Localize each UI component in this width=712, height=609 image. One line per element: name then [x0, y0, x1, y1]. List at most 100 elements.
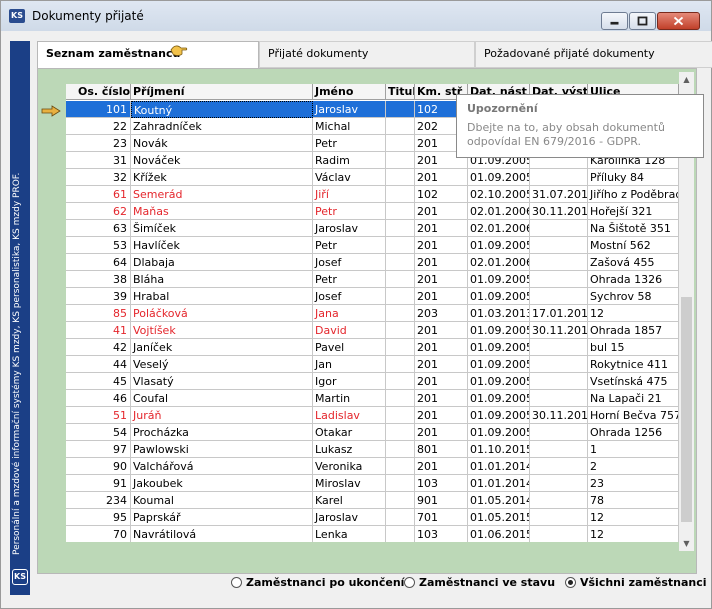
- cell-titul[interactable]: [386, 339, 415, 356]
- cell-titul[interactable]: [386, 254, 415, 271]
- cell-dat-nast[interactable]: 01.09.2005: [468, 322, 530, 339]
- column-header-titul[interactable]: Titul: [386, 84, 415, 100]
- cell-jmeno[interactable]: Lukasz: [313, 441, 386, 458]
- title-bar[interactable]: KS Dokumenty přijaté: [1, 1, 711, 31]
- cell-prijmeni[interactable]: Novák: [131, 135, 313, 152]
- cell-dat-nast[interactable]: 01.01.2014: [468, 458, 530, 475]
- table-row[interactable]: 97 Pawlowski Lukasz 801 01.10.2015 1: [66, 441, 679, 458]
- cell-km-str[interactable]: 201: [415, 169, 468, 186]
- cell-ulice[interactable]: 1: [588, 441, 679, 458]
- cell-os-cislo[interactable]: 91: [66, 475, 131, 492]
- scroll-down-arrow-icon[interactable]: ▼: [679, 536, 694, 551]
- cell-dat-vyst[interactable]: [530, 288, 588, 305]
- table-row[interactable]: 51JuráňLadislav 20101.09.200530.11.2017Ho…: [66, 407, 679, 424]
- cell-jmeno[interactable]: Ladislav: [313, 407, 386, 424]
- cell-jmeno[interactable]: Miroslav: [313, 475, 386, 492]
- radio-ve-stavu[interactable]: Zaměstnanci ve stavu: [404, 576, 555, 592]
- cell-prijmeni[interactable]: Valchářová: [131, 458, 313, 475]
- cell-km-str[interactable]: 201: [415, 288, 468, 305]
- maximize-button[interactable]: [629, 12, 656, 30]
- cell-titul[interactable]: [386, 390, 415, 407]
- cell-km-str[interactable]: 201: [415, 237, 468, 254]
- cell-dat-nast[interactable]: 01.09.2005: [468, 407, 530, 424]
- cell-dat-vyst[interactable]: [530, 373, 588, 390]
- cell-ulice[interactable]: Jiřího z Poděbrad: [588, 186, 679, 203]
- cell-os-cislo[interactable]: 23: [66, 135, 131, 152]
- cell-ulice[interactable]: bul 15: [588, 339, 679, 356]
- cell-jmeno[interactable]: Martin: [313, 390, 386, 407]
- cell-dat-nast[interactable]: 01.09.2005: [468, 373, 530, 390]
- cell-titul[interactable]: [386, 441, 415, 458]
- table-row[interactable]: 44 Veselý Jan 201 01.09.2005 Rokytnice 411: [66, 356, 679, 373]
- cell-os-cislo[interactable]: 70: [66, 526, 131, 542]
- cell-dat-nast[interactable]: 01.09.2005: [468, 390, 530, 407]
- table-row[interactable]: 91 Jakoubek Miroslav 103 01.01.2014 23: [66, 475, 679, 492]
- table-row[interactable]: 70 Navrátilová Lenka 103 01.06.2015 12: [66, 526, 679, 542]
- cell-km-str[interactable]: 801: [415, 441, 468, 458]
- cell-dat-nast[interactable]: 01.09.2005: [468, 339, 530, 356]
- cell-dat-nast[interactable]: 02.01.2006: [468, 220, 530, 237]
- cell-prijmeni[interactable]: Poláčková: [131, 305, 313, 322]
- cell-jmeno[interactable]: Jaroslav: [313, 509, 386, 526]
- cell-dat-nast[interactable]: 01.09.2005: [468, 424, 530, 441]
- cell-titul[interactable]: [386, 186, 415, 203]
- cell-ulice[interactable]: 12: [588, 526, 679, 542]
- cell-jmeno[interactable]: Jan: [313, 356, 386, 373]
- cell-km-str[interactable]: 201: [415, 203, 468, 220]
- radio-po-ukonceni[interactable]: Zaměstnanci po ukončení: [231, 576, 404, 592]
- cell-dat-vyst[interactable]: 31.07.2017: [530, 186, 588, 203]
- cell-os-cislo[interactable]: 44: [66, 356, 131, 373]
- cell-dat-nast[interactable]: 02.01.2006: [468, 254, 530, 271]
- tab-pozadovane-dokumenty[interactable]: Požadované přijaté dokumenty: [475, 41, 712, 68]
- cell-jmeno[interactable]: Petr: [313, 203, 386, 220]
- cell-ulice[interactable]: Ohrada 1857: [588, 322, 679, 339]
- cell-km-str[interactable]: 201: [415, 254, 468, 271]
- cell-titul[interactable]: [386, 322, 415, 339]
- cell-dat-vyst[interactable]: 30.11.2017: [530, 322, 588, 339]
- cell-jmeno[interactable]: Josef: [313, 254, 386, 271]
- cell-ulice[interactable]: Na Lapači 21: [588, 390, 679, 407]
- cell-jmeno[interactable]: Petr: [313, 237, 386, 254]
- cell-prijmeni[interactable]: Dlabaja: [131, 254, 313, 271]
- table-row[interactable]: 42 Janíček Pavel 201 01.09.2005 bul 15: [66, 339, 679, 356]
- cell-os-cislo[interactable]: 42: [66, 339, 131, 356]
- cell-km-str[interactable]: 201: [415, 322, 468, 339]
- scroll-thumb[interactable]: [681, 297, 692, 522]
- cell-titul[interactable]: [386, 271, 415, 288]
- cell-prijmeni[interactable]: Šimíček: [131, 220, 313, 237]
- cell-dat-vyst[interactable]: [530, 271, 588, 288]
- cell-titul[interactable]: [386, 118, 415, 135]
- cell-titul[interactable]: [386, 135, 415, 152]
- cell-os-cislo[interactable]: 38: [66, 271, 131, 288]
- cell-jmeno[interactable]: Karel: [313, 492, 386, 509]
- cell-prijmeni[interactable]: Hrabal: [131, 288, 313, 305]
- cell-titul[interactable]: [386, 458, 415, 475]
- cell-dat-nast[interactable]: 01.05.2015: [468, 509, 530, 526]
- cell-km-str[interactable]: 103: [415, 526, 468, 542]
- cell-dat-nast[interactable]: 01.09.2005: [468, 271, 530, 288]
- minimize-button[interactable]: [601, 12, 628, 30]
- cell-titul[interactable]: [386, 509, 415, 526]
- table-row[interactable]: 45 Vlasatý Igor 201 01.09.2005 Vsetínská 475: [66, 373, 679, 390]
- cell-ulice[interactable]: Sychrov 58: [588, 288, 679, 305]
- table-row[interactable]: 64 Dlabaja Josef 201 02.01.2006 Zašová 455: [66, 254, 679, 271]
- cell-titul[interactable]: [386, 220, 415, 237]
- cell-titul[interactable]: [386, 373, 415, 390]
- cell-prijmeni[interactable]: Semerád: [131, 186, 313, 203]
- cell-ulice[interactable]: 78: [588, 492, 679, 509]
- table-row[interactable]: 85PoláčkováJana 20301.03.201317.01.201612: [66, 305, 679, 322]
- cell-ulice[interactable]: 2: [588, 458, 679, 475]
- cell-prijmeni[interactable]: Vlasatý: [131, 373, 313, 390]
- cell-dat-vyst[interactable]: [530, 526, 588, 542]
- table-row[interactable]: 41VojtíšekDavid 20101.09.200530.11.2017Oh…: [66, 322, 679, 339]
- cell-km-str[interactable]: 201: [415, 390, 468, 407]
- table-row[interactable]: 90 Valchářová Veronika 201 01.01.2014 2: [66, 458, 679, 475]
- cell-prijmeni[interactable]: Křížek: [131, 169, 313, 186]
- cell-os-cislo[interactable]: 45: [66, 373, 131, 390]
- cell-dat-vyst[interactable]: [530, 509, 588, 526]
- cell-titul[interactable]: [386, 424, 415, 441]
- cell-dat-nast[interactable]: 01.09.2005: [468, 169, 530, 186]
- table-row[interactable]: 46 Coufal Martin 201 01.09.2005 Na Lapači 21: [66, 390, 679, 407]
- cell-jmeno[interactable]: Veronika: [313, 458, 386, 475]
- cell-prijmeni[interactable]: Janíček: [131, 339, 313, 356]
